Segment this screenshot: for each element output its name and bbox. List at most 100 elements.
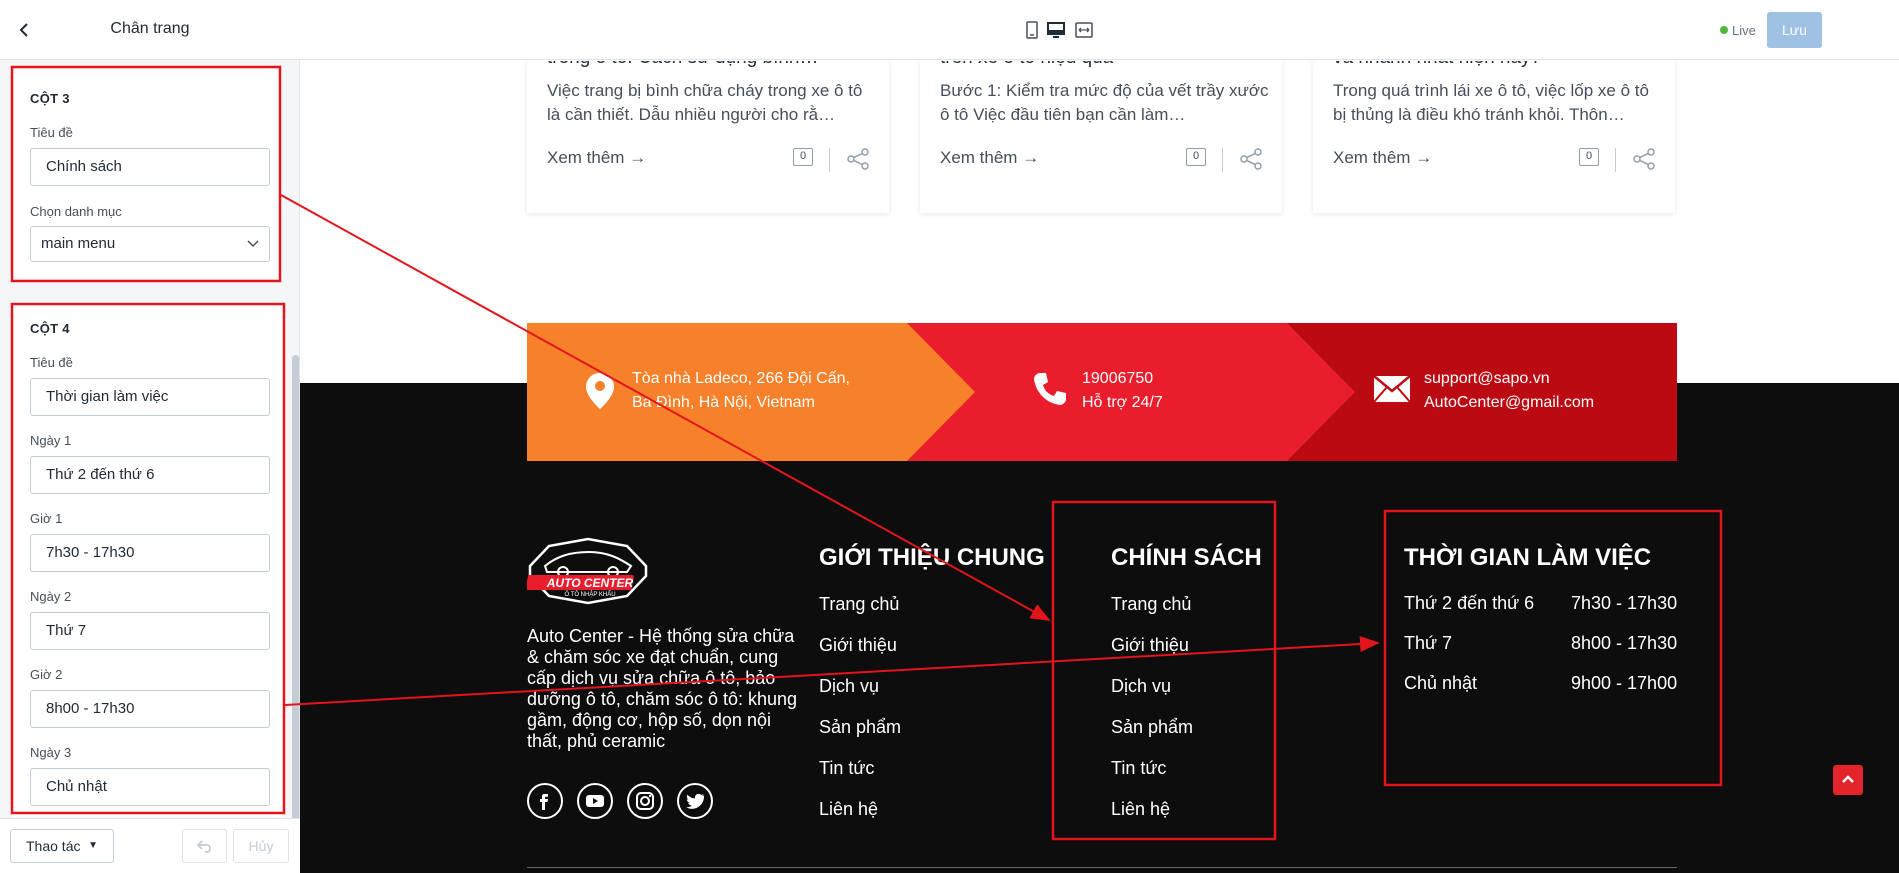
back-to-top-button[interactable]	[1833, 765, 1863, 795]
facebook-link[interactable]	[527, 783, 563, 819]
column3-menu-label: Chọn danh mục	[30, 204, 122, 219]
hours-time: 9h00 - 17h00	[1571, 673, 1678, 693]
live-dot-icon	[1720, 26, 1728, 34]
hours-day: Thứ 2 đến thứ 6	[1404, 593, 1535, 613]
column3-card: CỘT 3 Tiêu đề Chính sách Chọn danh mục m…	[12, 69, 282, 279]
live-label: Live	[1732, 23, 1756, 38]
hours-day: Chủ nhật	[1404, 673, 1478, 693]
logo-text: AUTO CENTER	[546, 576, 634, 590]
blog-title[interactable]: trong ô tô: Cách sử dụng bình…	[547, 61, 877, 69]
column3-menu-value: main menu	[41, 235, 116, 252]
footer-link[interactable]: Dịch vụ	[1111, 676, 1171, 697]
blog-card[interactable]: và nhanh nhất hiện nay? Trong quá trình …	[1313, 61, 1675, 213]
undo-button[interactable]	[182, 829, 227, 863]
footer-link[interactable]: Liên hệ	[819, 799, 878, 820]
column4-title-input[interactable]: Thời gian làm việc	[30, 378, 270, 416]
column3-title-label: Tiêu đề	[30, 125, 73, 140]
blog-title[interactable]: và nhanh nhất hiện nay?	[1333, 61, 1663, 69]
share-icon[interactable]	[1238, 146, 1264, 172]
day2-input[interactable]: Thứ 7	[30, 612, 270, 650]
comment-icon[interactable]: 0	[1186, 148, 1206, 166]
share-icon[interactable]	[1631, 146, 1657, 172]
day2-label: Ngày 2	[30, 589, 72, 604]
blog-card[interactable]: trong ô tô: Cách sử dụng bình… Việc tran…	[527, 61, 889, 213]
sidebar-scrollbar[interactable]	[292, 355, 299, 825]
blog-title[interactable]: trên xe ô tô hiệu quả	[940, 61, 1270, 69]
footer-link[interactable]: Giới thiệu	[1111, 635, 1189, 656]
column3-title-input[interactable]: Chính sách	[30, 148, 270, 186]
editor-sidebar: Chân trang CỘT 3 Tiêu đề Chính sách Chọn…	[0, 0, 300, 873]
time2-input[interactable]: 8h00 - 17h30	[30, 690, 270, 728]
save-button[interactable]: Lưu	[1767, 12, 1822, 48]
read-more-link[interactable]: Xem thêm →	[547, 148, 646, 168]
day1-input[interactable]: Thứ 2 đến thứ 6	[30, 456, 270, 494]
about-text: Auto Center - Hệ thống sửa chữa & chăm s…	[527, 626, 798, 751]
location-pin-icon	[586, 373, 614, 409]
blog-card[interactable]: trên xe ô tô hiệu quả Bước 1: Kiểm tra m…	[920, 61, 1282, 213]
blog-excerpt: Việc trang bị bình chữa cháy trong xe ô …	[547, 81, 863, 124]
footer-col4-heading: THỜI GIAN LÀM VIỆC	[1404, 544, 1652, 571]
contact-banner: Tòa nhà Ladeco, 266 Đội Cấn, Ba Đình, Hà…	[527, 323, 1677, 461]
footer-link[interactable]: Sản phẩm	[819, 717, 901, 738]
footer-divider	[527, 867, 1677, 868]
actions-button[interactable]: Thao tác ▼	[10, 829, 114, 863]
twitter-link[interactable]	[677, 783, 713, 819]
hours-time: 8h00 - 17h30	[1571, 633, 1678, 653]
read-more-link[interactable]: Xem thêm →	[1333, 148, 1432, 168]
column4-title-label: Tiêu đề	[30, 355, 73, 370]
settings-panel[interactable]: CỘT 3 Tiêu đề Chính sách Chọn danh mục m…	[0, 61, 300, 817]
undo-icon	[196, 840, 211, 853]
instagram-link[interactable]	[627, 783, 663, 819]
footer-link[interactable]: Giới thiệu	[819, 635, 897, 656]
phone-number[interactable]: 19006750	[1082, 367, 1153, 391]
footer-link[interactable]: Tin tức	[1111, 758, 1166, 779]
site-preview: trong ô tô: Cách sử dụng bình… Việc tran…	[300, 61, 1899, 873]
auto-center-logo[interactable]: AUTO CENTER Ô TÔ NHẬP KHẨU	[527, 536, 649, 606]
blog-excerpt: Bước 1: Kiểm tra mức độ của vết trầy xướ…	[940, 81, 1269, 124]
email-support[interactable]: support@sapo.vn	[1424, 367, 1550, 391]
chevron-down-icon	[247, 227, 259, 261]
footer-link[interactable]: Sản phẩm	[1111, 717, 1193, 738]
youtube-icon	[586, 795, 604, 807]
phone-icon	[1034, 373, 1066, 405]
chevron-up-icon	[1842, 775, 1854, 783]
hours-time: 7h30 - 17h30	[1571, 593, 1678, 613]
logo-subtext: Ô TÔ NHẬP KHẨU	[564, 592, 616, 598]
divider	[1222, 148, 1223, 172]
day3-label: Ngày 3	[30, 745, 72, 760]
day1-label: Ngày 1	[30, 433, 72, 448]
desktop-view-icon[interactable]	[1046, 20, 1066, 40]
time1-label: Giờ 1	[30, 511, 63, 526]
footer-link[interactable]: Dịch vụ	[819, 676, 879, 697]
cancel-button[interactable]: Hủy	[233, 829, 289, 863]
footer-col2-heading: GIỚI THIỆU CHUNG	[819, 544, 1045, 571]
footer-link[interactable]: Trang chủ	[1111, 594, 1191, 615]
sidebar-footer: Thao tác ▼ Hủy	[0, 818, 300, 873]
support-text: Hỗ trợ 24/7	[1082, 394, 1163, 411]
address-line1: Tòa nhà Ladeco, 266 Đội Cấn,	[632, 370, 850, 387]
youtube-link[interactable]	[577, 783, 613, 819]
preview-toolbar: Live Lưu	[300, 0, 1899, 60]
column3-menu-select[interactable]: main menu	[30, 226, 270, 262]
footer-link[interactable]: Liên hệ	[1111, 799, 1170, 820]
comment-icon[interactable]: 0	[793, 148, 813, 166]
read-more-link[interactable]: Xem thêm →	[940, 148, 1039, 168]
footer-link[interactable]: Trang chủ	[819, 594, 899, 615]
footer-link[interactable]: Tin tức	[819, 758, 874, 779]
column3-heading: CỘT 3	[30, 91, 70, 106]
email-autocenter[interactable]: AutoCenter@gmail.com	[1424, 391, 1594, 415]
fullwidth-view-icon[interactable]	[1074, 20, 1094, 40]
share-icon[interactable]	[845, 146, 871, 172]
twitter-icon	[686, 793, 705, 809]
blog-excerpt: Trong quá trình lái xe ô tô, việc lốp xe…	[1333, 81, 1649, 124]
day3-input[interactable]: Chủ nhật	[30, 768, 270, 806]
sidebar-header: Chân trang	[0, 0, 300, 60]
mail-icon	[1373, 375, 1411, 403]
caret-down-icon: ▼	[88, 840, 98, 851]
time1-input[interactable]: 7h30 - 17h30	[30, 534, 270, 572]
comment-icon[interactable]: 0	[1579, 148, 1599, 166]
sidebar-title: Chân trang	[110, 20, 190, 37]
footer-col3-heading: CHÍNH SÁCH	[1111, 544, 1262, 571]
live-status: Live	[1720, 23, 1756, 38]
mobile-view-icon[interactable]	[1022, 20, 1042, 40]
